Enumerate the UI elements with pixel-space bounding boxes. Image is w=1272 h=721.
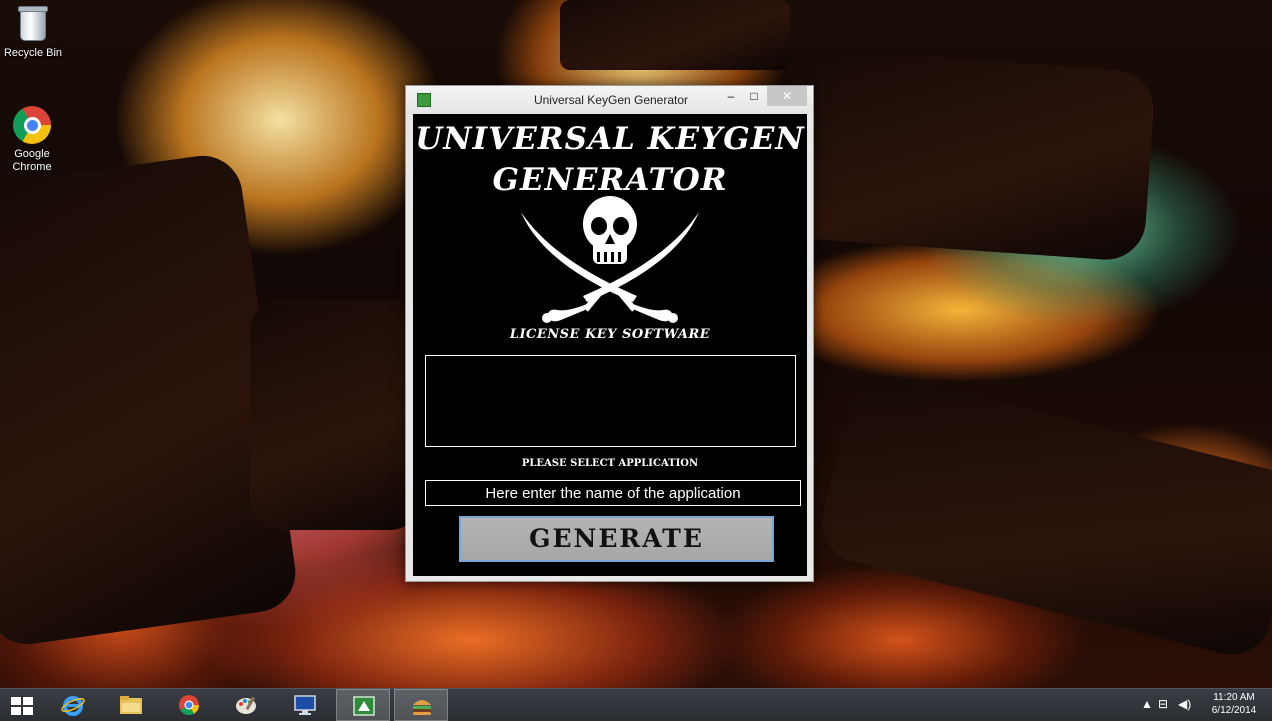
ie-icon: [61, 696, 85, 716]
network-icon[interactable]: ⊟: [1158, 697, 1168, 711]
clock-time: 11:20 AM: [1213, 692, 1255, 703]
chrome-icon: [179, 695, 200, 716]
application-name-input[interactable]: [425, 480, 801, 506]
keygen-window: Universal KeyGen Generator – □ ✕ UNIVERS…: [405, 85, 814, 582]
chrome-icon: [13, 106, 51, 146]
taskbar-chrome[interactable]: [162, 689, 216, 721]
computer-icon: [294, 695, 316, 715]
taskbar-remote-desktop[interactable]: [278, 689, 332, 721]
taskbar-paint[interactable]: [220, 689, 274, 721]
wallpaper-log: [813, 367, 1272, 663]
taskbar-clock[interactable]: 11:20 AM 6/12/2014: [1200, 691, 1268, 717]
recycle-bin-icon: [15, 6, 51, 45]
folder-icon: [120, 696, 142, 714]
close-button[interactable]: ✕: [767, 86, 807, 106]
app-header-title: UNIVERSAL KEYGEN GENERATOR: [413, 119, 807, 201]
keygen-app-icon: [353, 696, 375, 716]
burger-icon: [413, 700, 431, 715]
wallpaper-log: [560, 0, 790, 70]
app-header-line1: UNIVERSAL KEYGEN: [415, 121, 805, 157]
desktop-icon-label: Google Chrome: [12, 148, 52, 173]
taskbar-keygen-app[interactable]: [336, 689, 390, 721]
keygen-app-icon: [417, 93, 431, 107]
taskbar-burger-app[interactable]: [394, 689, 448, 721]
start-button[interactable]: [0, 689, 44, 721]
generate-button[interactable]: GENERATE: [459, 516, 774, 562]
window-titlebar[interactable]: Universal KeyGen Generator – □ ✕: [406, 86, 813, 113]
desktop-icon-label: Recycle Bin: [3, 47, 63, 59]
select-application-label: PLEASE SELECT APPLICATION: [521, 458, 699, 469]
clock-date: 6/12/2014: [1211, 705, 1257, 716]
speaker-icon[interactable]: ◀): [1178, 697, 1191, 711]
window-title: Universal KeyGen Generator: [533, 93, 689, 107]
maximize-button[interactable]: □: [741, 86, 767, 106]
taskbar-internet-explorer[interactable]: [46, 689, 100, 721]
taskbar-file-explorer[interactable]: [104, 689, 158, 721]
wallpaper-log: [250, 300, 420, 530]
desktop-icon-recycle-bin[interactable]: Recycle Bin: [1, 6, 65, 60]
skull-crossed-swords-icon: [521, 196, 699, 323]
paint-icon: [236, 696, 256, 714]
app-tagline: LICENSE KEY SOFTWARE: [509, 327, 711, 342]
desktop-icon-google-chrome[interactable]: Google Chrome: [0, 106, 64, 174]
wallpaper-log: [783, 47, 1157, 263]
keygen-panel: UNIVERSAL KEYGEN GENERATOR LICENSE KEY S…: [413, 114, 807, 576]
key-output-box[interactable]: [425, 355, 796, 447]
windows-start-icon: [11, 697, 33, 715]
show-hidden-icons-icon[interactable]: ▲: [1141, 697, 1153, 711]
taskbar: ▲ ⊟ ◀) 11:20 AM 6/12/2014: [0, 688, 1272, 721]
